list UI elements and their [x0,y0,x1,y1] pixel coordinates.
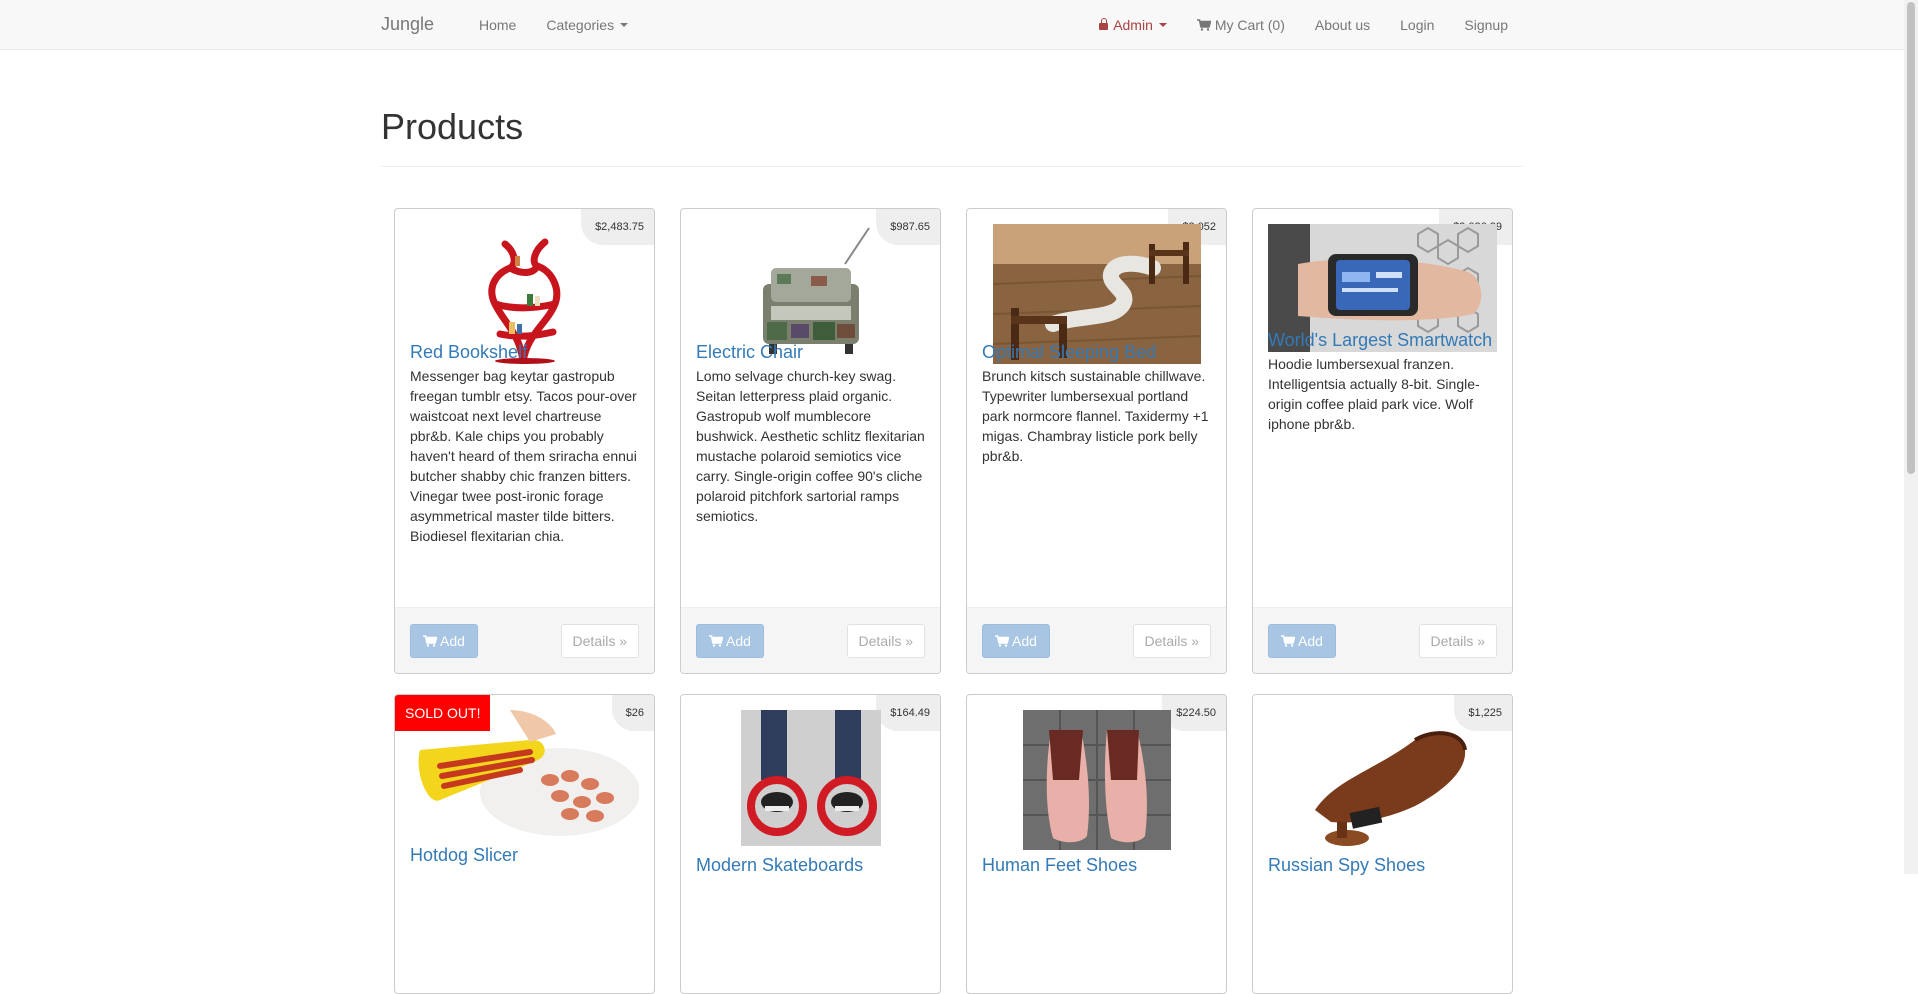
product-card: SOLD OUT! $26 Hotdog Slicer [394,694,655,994]
product-title-link[interactable]: Hotdog Slicer [410,845,518,866]
product-description: Messenger bag keytar gastropub freegan t… [410,368,637,544]
details-button[interactable]: Details » [846,624,925,658]
product-image[interactable] [696,710,925,846]
product-title-link[interactable]: World's Largest Smartwatch [1268,330,1492,351]
product-title-link[interactable]: Red Bookshelf [410,342,527,363]
nav-left: Home Categories [464,0,643,50]
feet-shoes-image [1022,710,1171,850]
product-card: $2,483.75 Red Bookshelf Messenger bag ke… [394,208,655,674]
product-card: $1,225 Russian Spy Shoes [1252,694,1513,994]
skateboards-image [740,710,881,846]
cart-icon [709,635,723,647]
sold-out-badge: SOLD OUT! [395,695,491,731]
details-button[interactable]: Details » [1418,624,1497,658]
cart-icon [1281,635,1295,647]
nav-login-link[interactable]: Login [1385,0,1449,50]
nav-about-link[interactable]: About us [1300,0,1385,50]
card-footer: Add Details » [967,607,1226,673]
spy-shoes-image [1314,731,1467,846]
add-to-cart-button[interactable]: Add [982,624,1050,658]
add-to-cart-button[interactable]: Add [696,624,764,658]
lock-icon [1099,17,1109,31]
navbar-container: Jungle Home Categories Admin My Cart (0)… [381,0,1523,50]
nav-signup-link[interactable]: Signup [1449,0,1523,50]
product-card: $987.65 Electric Chair Lomo selvage chur… [680,208,941,674]
add-button-label: Add [440,633,465,649]
title-divider [381,166,1523,167]
nav-admin-label: Admin [1113,17,1153,33]
product-title-link[interactable]: Optimal Sleeping Bed [982,342,1156,363]
product-description: Lomo selvage church-key swag. Seitan let… [696,368,925,524]
product-description: Brunch kitsch sustainable chillwave. Typ… [982,368,1209,464]
add-to-cart-button[interactable]: Add [410,624,478,658]
card-footer: Add Details » [395,607,654,673]
card-footer: Add Details » [681,607,940,673]
add-button-label: Add [1298,633,1323,649]
product-card: $2,026.29 World's Largest Smartwatch [1252,208,1513,674]
add-button-label: Add [726,633,751,649]
page-scrollbar[interactable] [1904,0,1918,874]
details-button[interactable]: Details » [1132,624,1211,658]
cart-icon [1197,19,1211,31]
caret-down-icon [620,23,629,27]
scrollbar-thumb[interactable] [1907,2,1915,474]
product-card: $164.49 Modern Skateboards [680,694,941,994]
product-title-link[interactable]: Human Feet Shoes [982,855,1137,876]
product-card: $3,052 Optimal Sleeping Bed Brunch kitsc… [966,208,1227,674]
nav-home-link[interactable]: Home [464,0,531,50]
cart-icon [995,635,1009,647]
nav-categories-dropdown[interactable]: Categories [531,0,643,50]
nav-cart-label: My Cart (0) [1214,17,1285,33]
nav-right: Admin My Cart (0) About us Login Signup [1084,0,1523,50]
nav-admin-dropdown[interactable]: Admin [1084,0,1182,50]
product-title-link[interactable]: Russian Spy Shoes [1268,855,1425,876]
nav-categories-label: Categories [546,17,615,33]
card-footer: Add Details » [1253,607,1512,673]
product-title-link[interactable]: Electric Chair [696,342,803,363]
product-image[interactable] [1268,710,1497,850]
product-description: Hoodie lumbersexual franzen. Intelligent… [1268,356,1480,432]
cart-icon [423,635,437,647]
product-card: $224.50 Human Feet Shoes [966,694,1227,994]
page-title: Products [381,106,524,147]
product-title-link[interactable]: Modern Skateboards [696,855,863,876]
product-image[interactable] [982,710,1211,850]
add-to-cart-button[interactable]: Add [1268,624,1336,658]
add-button-label: Add [1012,633,1037,649]
details-button[interactable]: Details » [560,624,639,658]
brand-link[interactable]: Jungle [381,14,434,35]
caret-down-icon [1158,23,1167,27]
nav-cart-link[interactable]: My Cart (0) [1182,0,1300,50]
navbar: Jungle Home Categories Admin My Cart (0)… [0,0,1904,50]
